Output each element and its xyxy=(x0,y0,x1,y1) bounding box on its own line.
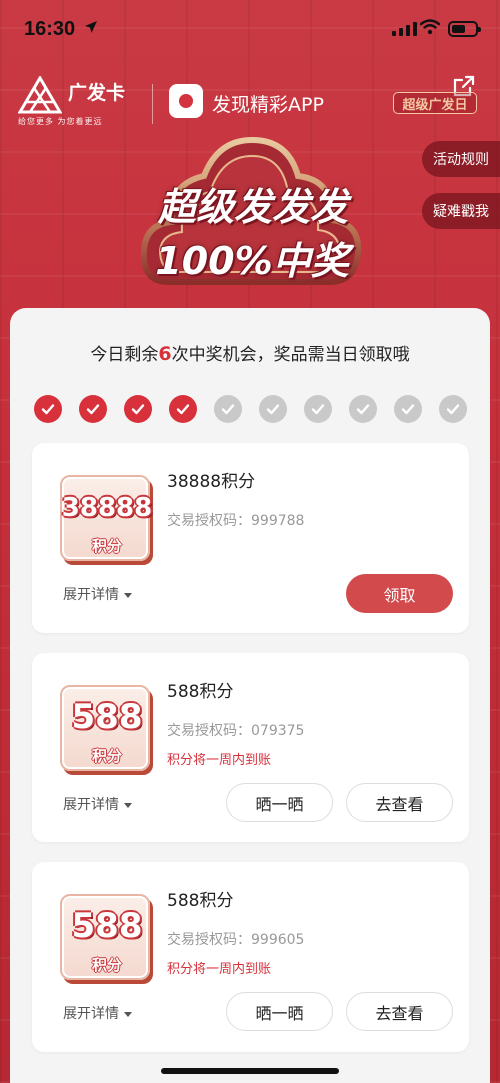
help-button[interactable]: 疑难戳我 xyxy=(422,193,500,229)
check-circle-icon xyxy=(259,395,287,423)
caret-down-icon xyxy=(124,802,132,808)
event-mini-logo: 超级广发日 xyxy=(393,92,477,114)
prize-tile: 38888 积分 xyxy=(60,475,152,561)
remaining-prefix: 今日剩余 xyxy=(90,345,159,365)
expand-details-label: 展开详情 xyxy=(63,587,119,603)
claim-button[interactable]: 领取 xyxy=(346,574,453,613)
expand-details-button[interactable]: 展开详情 xyxy=(63,794,132,814)
cgb-logo-icon xyxy=(18,76,62,114)
header-divider xyxy=(152,84,153,124)
share-prize-button[interactable]: 晒一晒 xyxy=(226,992,333,1031)
prize-tile-amount: 38888 xyxy=(61,493,153,523)
prize-card: 588 积分 588积分 交易授权码：999605 积分将一周内到账 展开详情 … xyxy=(32,862,469,1052)
prize-card: 38888 积分 38888积分 交易授权码：999788 展开详情 领取 xyxy=(32,443,469,633)
brand-name: 广发卡 xyxy=(68,82,126,104)
prize-tile-unit: 积分 xyxy=(91,956,122,974)
remaining-count: 6 xyxy=(158,343,172,365)
share-prize-button[interactable]: 晒一晒 xyxy=(226,783,333,822)
view-prize-button[interactable]: 去查看 xyxy=(346,992,453,1031)
check-circle-icon xyxy=(34,395,62,423)
remaining-chances-text: 今日剩余6次中奖机会，奖品需当日领取哦 xyxy=(0,340,500,365)
check-circle-icon xyxy=(214,395,242,423)
check-circle-icon xyxy=(124,395,152,423)
brand-slogan: 给您更多 为您着更远 xyxy=(18,117,103,126)
home-indicator xyxy=(161,1068,339,1074)
expand-details-button[interactable]: 展开详情 xyxy=(63,1003,132,1023)
location-arrow-icon xyxy=(85,21,97,33)
check-circle-icon xyxy=(439,395,467,423)
check-circle-icon xyxy=(349,395,377,423)
expand-details-label: 展开详情 xyxy=(63,1006,119,1022)
check-circle-icon xyxy=(394,395,422,423)
status-bar: 16:30 xyxy=(0,0,500,56)
arrival-note: 积分将一周内到账 xyxy=(167,753,272,768)
cellular-signal-icon xyxy=(392,22,417,36)
caret-down-icon xyxy=(124,592,132,598)
prize-title: 588积分 xyxy=(167,682,234,702)
app-logo-icon xyxy=(169,84,203,118)
chance-progress xyxy=(34,395,467,423)
status-time: 16:30 xyxy=(24,18,76,40)
check-circle-icon xyxy=(304,395,332,423)
expand-details-label: 展开详情 xyxy=(63,797,119,813)
prize-tile: 588 积分 xyxy=(60,894,150,980)
prize-tile: 588 积分 xyxy=(60,685,150,771)
auth-code: 交易授权码：999605 xyxy=(167,932,305,948)
battery-icon xyxy=(448,21,481,37)
check-circle-icon xyxy=(79,395,107,423)
auth-code: 交易授权码：999788 xyxy=(167,513,305,529)
view-prize-button[interactable]: 去查看 xyxy=(346,783,453,822)
expand-details-button[interactable]: 展开详情 xyxy=(63,584,132,604)
hero-subtitle: 100%中奖 xyxy=(155,239,349,283)
prize-title: 588积分 xyxy=(167,891,234,911)
arrival-note: 积分将一周内到账 xyxy=(167,962,272,977)
app-title: 发现精彩APP xyxy=(212,94,324,116)
auth-code: 交易授权码：079375 xyxy=(167,723,305,739)
prize-tile-unit: 积分 xyxy=(91,747,122,765)
prize-tile-amount: 588 xyxy=(71,697,143,737)
wifi-icon xyxy=(420,19,440,35)
hero-title: 超级发发发 xyxy=(157,185,348,229)
prize-card: 588 积分 588积分 交易授权码：079375 积分将一周内到账 展开详情 … xyxy=(32,653,469,842)
remaining-suffix: 次中奖机会，奖品需当日领取哦 xyxy=(171,345,410,365)
activity-rules-button[interactable]: 活动规则 xyxy=(422,141,500,177)
prize-tile-unit: 积分 xyxy=(91,537,122,555)
check-circle-icon xyxy=(169,395,197,423)
prize-title: 38888积分 xyxy=(167,472,256,492)
caret-down-icon xyxy=(124,1011,132,1017)
prize-tile-amount: 588 xyxy=(71,906,143,946)
